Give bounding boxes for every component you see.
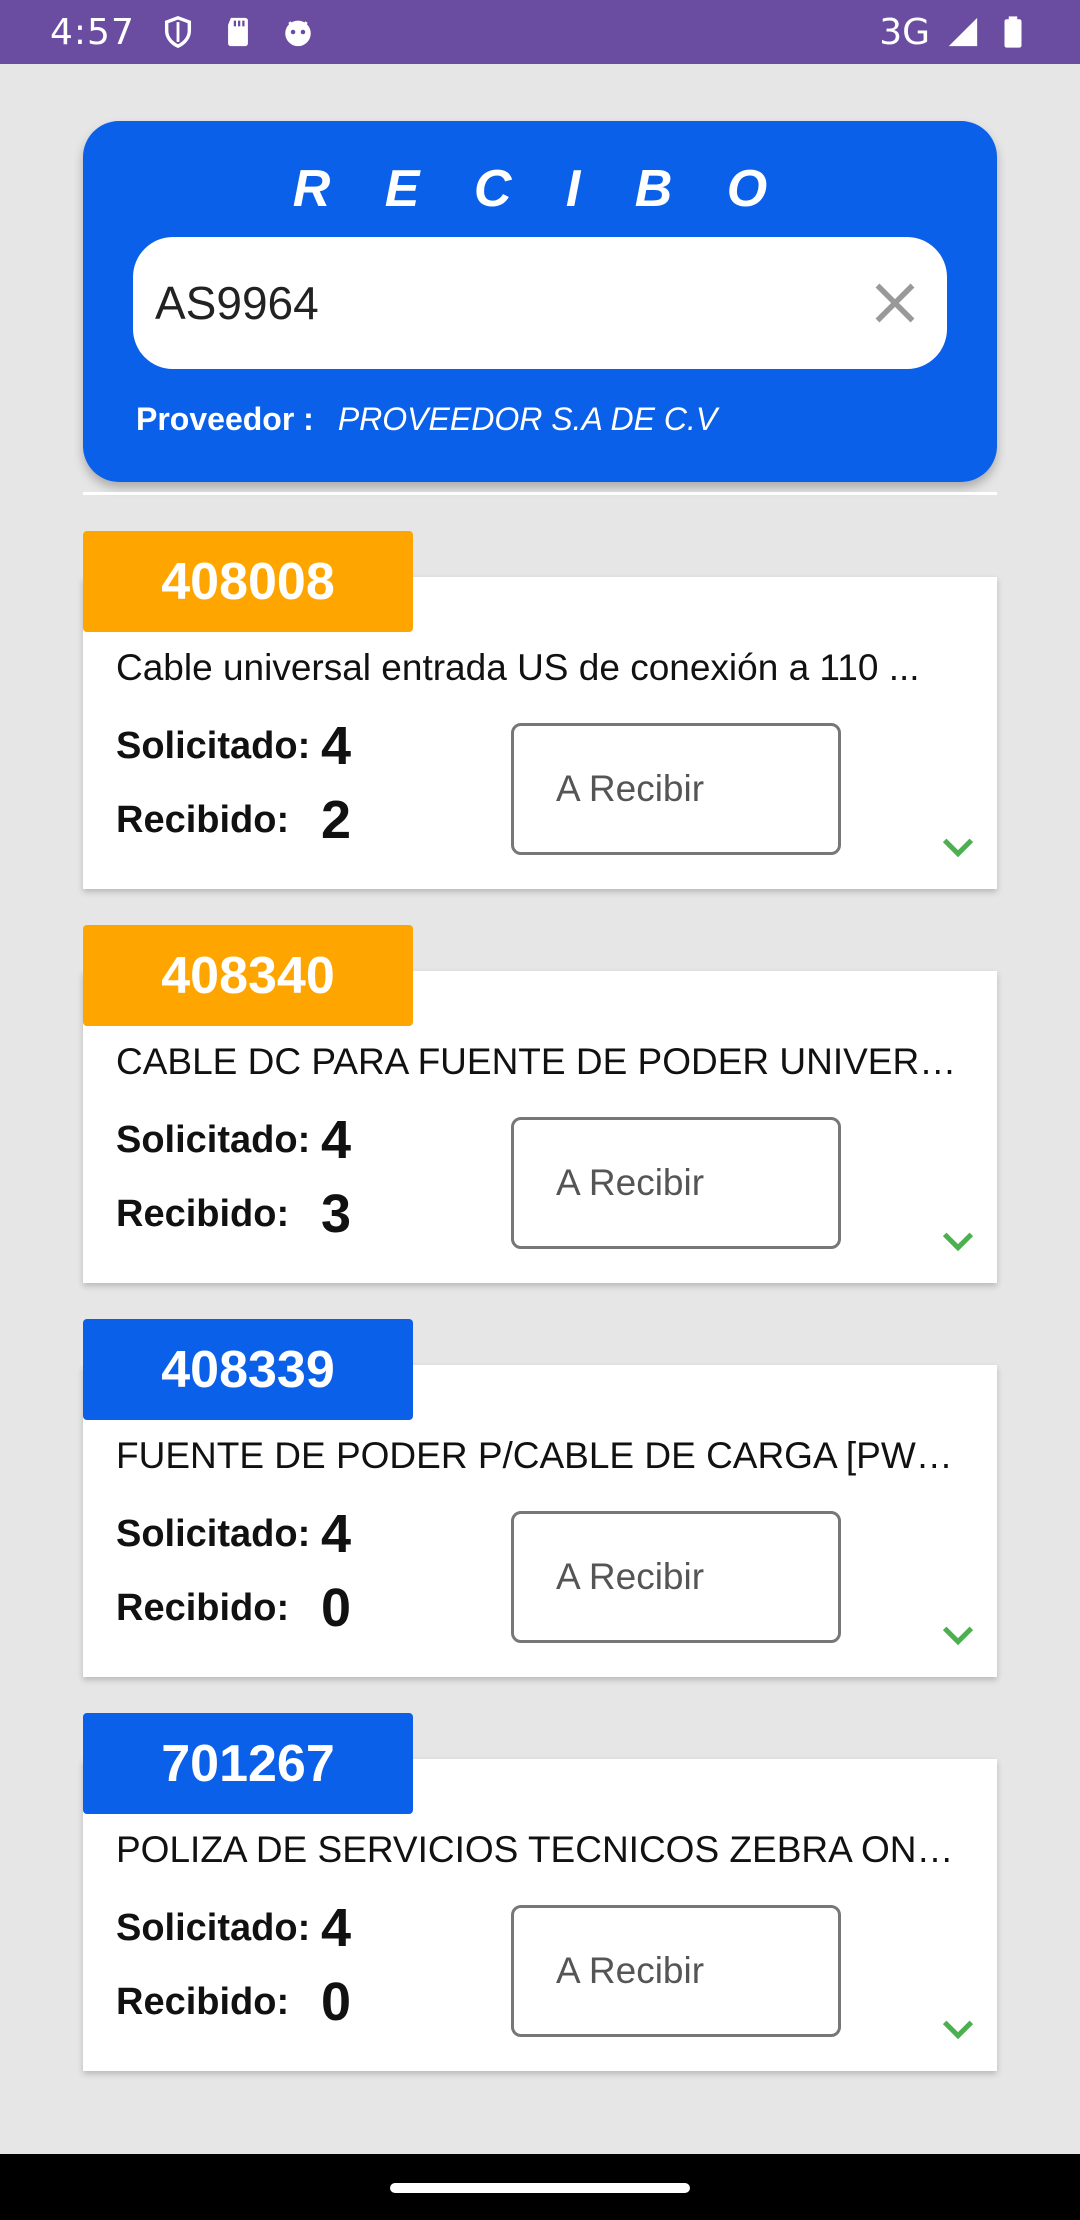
item-code-badge: 408008 <box>83 531 413 632</box>
requested-value: 4 <box>321 716 352 776</box>
receipt-search-box[interactable] <box>133 237 947 369</box>
requested-label: Solicitado: <box>116 1119 311 1161</box>
received-label: Recibido: <box>116 1193 290 1235</box>
receipt-header-card: R E C I B O Proveedor : PROVEEDOR S.A DE… <box>83 121 997 482</box>
divider <box>83 492 997 495</box>
requested-value: 4 <box>321 1110 352 1170</box>
requested-value: 4 <box>321 1504 352 1564</box>
receive-quantity-input[interactable] <box>511 723 841 855</box>
receipt-number-input[interactable] <box>155 276 865 330</box>
provider-row: Proveedor : PROVEEDOR S.A DE C.V <box>136 401 717 438</box>
list-item: 408008 Cable universal entrada US de con… <box>83 531 997 889</box>
android-icon <box>285 20 311 47</box>
list-item: 701267 POLIZA DE SERVICIOS TECNICOS ZEBR… <box>83 1713 997 2071</box>
receive-quantity-input[interactable] <box>511 1117 841 1249</box>
item-code-badge: 701267 <box>83 1713 413 1814</box>
received-value: 0 <box>321 1972 352 2032</box>
item-code-badge: 408340 <box>83 925 413 1026</box>
requested-label: Solicitado: <box>116 1513 311 1555</box>
list-item: 408340 CABLE DC PARA FUENTE DE PODER UNI… <box>83 925 997 1283</box>
chevron-down-icon[interactable] <box>938 1615 978 1655</box>
received-value: 0 <box>321 1578 352 1638</box>
received-label: Recibido: <box>116 799 290 841</box>
sd-card-icon <box>227 17 248 47</box>
received-label: Recibido: <box>116 1981 290 2023</box>
item-description: POLIZA DE SERVICIOS TECNICOS ZEBRA ONE..… <box>116 1829 966 1870</box>
item-code-badge: 408339 <box>83 1319 413 1420</box>
chevron-down-icon[interactable] <box>938 1221 978 1261</box>
item-description: FUENTE DE PODER P/CABLE DE CARGA [PWR-..… <box>116 1435 966 1476</box>
received-label: Recibido: <box>116 1587 290 1629</box>
requested-value: 4 <box>321 1898 352 1958</box>
provider-value: PROVEEDOR S.A DE C.V <box>337 401 718 437</box>
home-gesture-handle[interactable] <box>390 2183 690 2193</box>
item-description: CABLE DC PARA FUENTE DE PODER UNIVERSA..… <box>116 1041 966 1082</box>
requested-label: Solicitado: <box>116 725 311 767</box>
status-time: 4:57 <box>50 11 135 53</box>
received-value: 2 <box>321 790 352 850</box>
list-item: 408339 FUENTE DE PODER P/CABLE DE CARGA … <box>83 1319 997 1677</box>
receive-quantity-input[interactable] <box>511 1511 841 1643</box>
status-bar: 4:57 3G <box>0 0 1080 64</box>
provider-label: Proveedor : <box>136 401 314 437</box>
chevron-down-icon[interactable] <box>938 2009 978 2049</box>
signal-icon <box>948 17 978 47</box>
item-description: Cable universal entrada US de conexión a… <box>116 647 920 688</box>
receive-quantity-input[interactable] <box>511 1905 841 2037</box>
page-title: R E C I B O <box>292 160 788 218</box>
network-type: 3G <box>879 11 930 53</box>
received-value: 3 <box>321 1184 352 1244</box>
chevron-down-icon[interactable] <box>938 827 978 867</box>
battery-icon <box>1004 16 1022 48</box>
shield-icon <box>164 16 191 49</box>
close-icon[interactable] <box>865 273 925 333</box>
requested-label: Solicitado: <box>116 1907 311 1949</box>
